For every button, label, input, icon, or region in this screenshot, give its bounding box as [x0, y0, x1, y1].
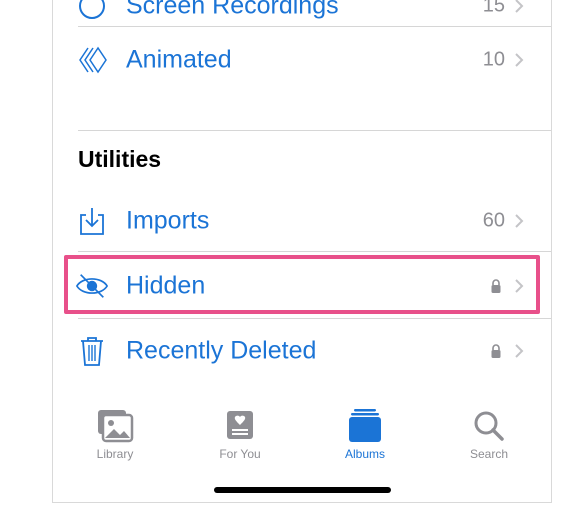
import-icon: [75, 204, 109, 238]
album-row-label: Screen Recordings: [126, 0, 339, 20]
tab-for-you[interactable]: For You: [190, 402, 290, 466]
section-title-utilities: Utilities: [78, 146, 162, 172]
tab-label: Search: [469, 447, 509, 461]
album-row-recently-deleted[interactable]: Recently Deleted: [53, 323, 551, 379]
animated-icon: [75, 43, 109, 77]
tab-search[interactable]: Search: [439, 402, 539, 466]
tab-label: Library: [96, 447, 134, 461]
section-divider: [78, 130, 551, 131]
album-row-label: Imports: [126, 206, 210, 235]
album-row-animated[interactable]: Animated 10: [53, 32, 551, 88]
chevron-right-icon: [515, 279, 524, 293]
divider: [78, 318, 551, 319]
tab-label: Albums: [344, 447, 385, 461]
photos-albums-screen: Screen Recordings 15 Animated 10 Utiliti…: [52, 0, 552, 503]
album-row-imports[interactable]: Imports 60: [53, 193, 551, 249]
album-row-hidden[interactable]: Hidden: [53, 258, 551, 314]
eye-slash-icon: [75, 269, 109, 303]
album-row-label: Animated: [126, 45, 232, 74]
tab-library[interactable]: Library: [65, 402, 165, 466]
home-indicator: [214, 487, 391, 493]
album-row-count: 10: [482, 48, 505, 71]
divider: [78, 251, 551, 252]
chevron-right-icon: [515, 344, 524, 358]
lock-icon: [491, 279, 501, 293]
chevron-right-icon: [515, 0, 524, 13]
album-row-count: 60: [482, 209, 505, 232]
albums-icon: [349, 409, 381, 442]
album-row-label: Recently Deleted: [126, 336, 317, 365]
trash-icon: [75, 334, 109, 368]
photo-library-icon: [98, 410, 134, 443]
tab-label: For You: [219, 447, 261, 461]
lock-icon: [491, 344, 501, 358]
album-row-screen-recordings[interactable]: Screen Recordings 15: [53, 0, 551, 34]
album-row-count: 15: [482, 0, 505, 17]
chevron-right-icon: [515, 214, 524, 228]
divider: [78, 26, 551, 27]
for-you-icon: [227, 411, 253, 439]
chevron-right-icon: [515, 53, 524, 67]
album-row-label: Hidden: [126, 271, 206, 300]
tab-bar: Library For You Albums Search: [53, 402, 551, 472]
screen-recording-icon: [75, 0, 109, 23]
tab-albums[interactable]: Albums: [315, 402, 415, 466]
search-icon: [474, 411, 504, 441]
